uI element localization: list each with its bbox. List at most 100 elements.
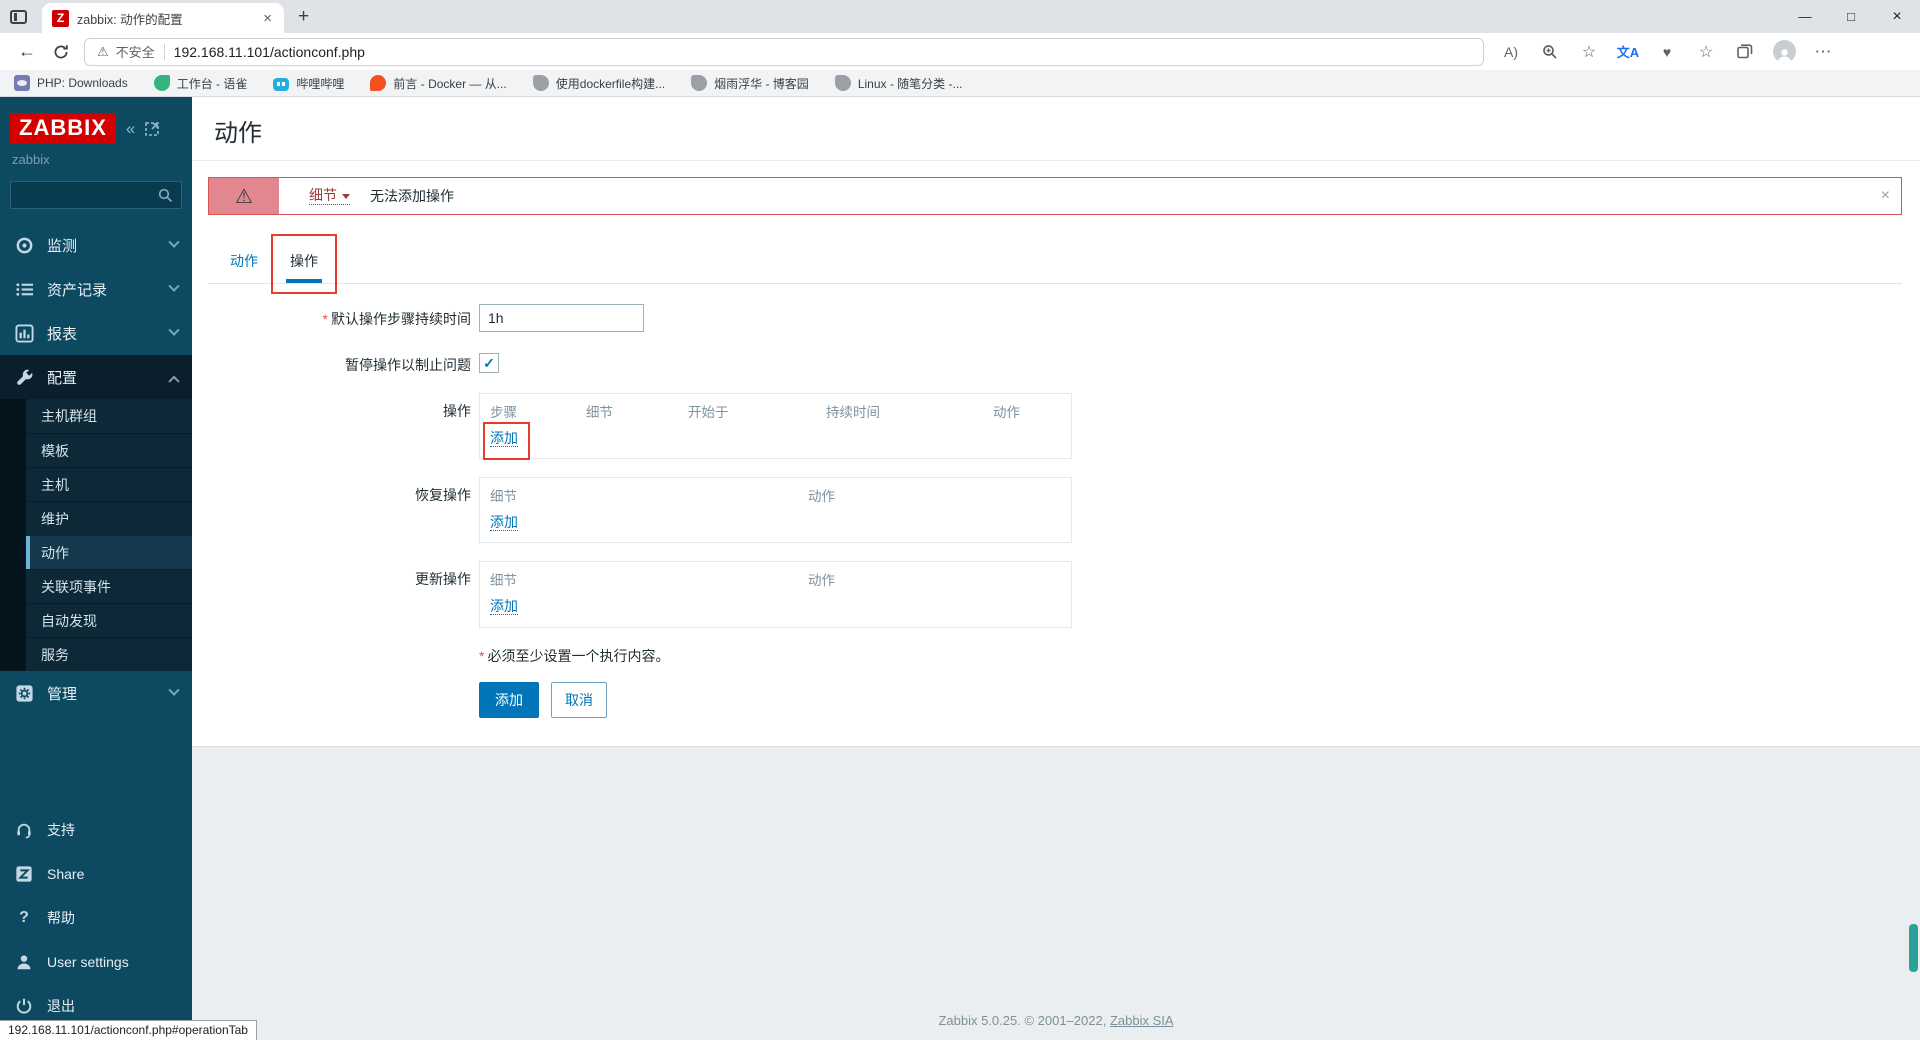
bookmark-item[interactable]: 前言 - Docker — 从... — [370, 75, 507, 92]
operations-table: 步骤 细节 开始于 持续时间 动作 添加 — [479, 393, 1072, 460]
zoom-icon[interactable] — [1533, 37, 1567, 67]
hide-sidebar-icon[interactable] — [145, 121, 160, 136]
zabbix-favicon: Z — [52, 9, 69, 27]
sidebar-item-share[interactable]: Share — [0, 852, 192, 896]
tab-actions-menu-button[interactable] — [0, 0, 36, 33]
field-label: 暂停操作以制止问题 — [345, 357, 471, 373]
sidebar-search-input[interactable] — [10, 181, 182, 209]
profile-avatar[interactable] — [1767, 37, 1801, 67]
tab-close-icon[interactable]: × — [261, 10, 274, 27]
avatar-icon — [1772, 40, 1796, 63]
collapse-sidebar-icon[interactable]: « — [126, 120, 135, 137]
sidebar-item-label: 配置 — [47, 369, 78, 387]
sidebar-item-label: 资产记录 — [47, 281, 108, 299]
browser-tab[interactable]: Z zabbix: 动作的配置 × — [42, 3, 284, 33]
php-icon — [14, 75, 30, 91]
zabbix-sia-link[interactable]: Zabbix SIA — [1110, 1013, 1174, 1028]
sidebar-item-administration[interactable]: 管理 — [0, 671, 192, 715]
sidebar-item-help[interactable]: ? 帮助 — [0, 896, 192, 940]
check-icon: ✓ — [483, 354, 495, 371]
sidebar-item-inventory[interactable]: 资产记录 — [0, 267, 192, 311]
question-icon: ? — [19, 909, 29, 926]
error-close-icon[interactable]: × — [1881, 187, 1890, 205]
close-button[interactable]: × — [1874, 0, 1920, 33]
submenu-label: 模板 — [41, 442, 69, 459]
bookmark-item[interactable]: Linux - 随笔分类 -... — [834, 75, 963, 92]
sidebar-item-host-groups[interactable]: 主机群组 — [26, 399, 192, 433]
duration-input[interactable] — [479, 304, 644, 332]
read-aloud-icon[interactable]: A) — [1494, 37, 1528, 67]
favorites-bar-icon[interactable]: ☆ — [1689, 37, 1723, 67]
new-tab-button[interactable]: + — [298, 6, 309, 28]
sidebar-item-monitoring[interactable]: 监测 — [0, 223, 192, 267]
sidebar-item-support[interactable]: 支持 — [0, 808, 192, 852]
sidebar-item-templates[interactable]: 模板 — [26, 433, 192, 467]
bookmark-label: 哔哩哔哩 — [296, 76, 345, 91]
bilibili-icon — [273, 77, 290, 91]
url-text: 192.168.11.101/actionconf.php — [173, 43, 365, 60]
sidebar-item-event-correlation[interactable]: 关联项事件 — [26, 569, 192, 603]
bookmark-item[interactable]: 工作台 - 语雀 — [153, 75, 247, 92]
sidebar-item-hosts[interactable]: 主机 — [26, 467, 192, 501]
collections-icon[interactable] — [1728, 37, 1762, 67]
sidebar-item-reports[interactable]: 报表 — [0, 311, 192, 355]
sidebar-item-actions[interactable]: 动作 — [26, 535, 192, 569]
sidebar-item-maintenance[interactable]: 维护 — [26, 501, 192, 535]
form-tabs: 动作 操作 — [208, 234, 1902, 294]
add-favorite-icon[interactable]: ☆ — [1572, 37, 1606, 67]
tab-action[interactable]: 动作 — [214, 241, 274, 283]
gear-icon — [14, 683, 34, 703]
chevron-down-icon — [168, 324, 180, 336]
translate-icon[interactable]: 文A — [1611, 37, 1645, 67]
bookmark-item[interactable]: 使用dockerfile构建... — [532, 75, 665, 92]
browser-essentials-icon[interactable]: ♥ — [1650, 37, 1684, 67]
sidebar-item-label: 管理 — [47, 685, 78, 703]
error-details-link[interactable]: 细节 — [309, 187, 350, 206]
minimize-button[interactable]: — — [1782, 0, 1828, 33]
tab-label: 操作 — [290, 253, 318, 269]
refresh-button[interactable] — [44, 36, 78, 68]
column-header: 步骤 — [490, 405, 517, 420]
sidebar-item-label: 帮助 — [47, 910, 75, 926]
error-icon-block: ⚠ — [209, 178, 279, 214]
cancel-button[interactable]: 取消 — [551, 681, 607, 718]
recovery-add-link[interactable]: 添加 — [490, 514, 518, 532]
bookmark-item[interactable]: 烟雨浮华 - 博客园 — [691, 75, 809, 92]
sidebar-item-discovery[interactable]: 自动发现 — [26, 603, 192, 637]
scrollbar-thumb[interactable] — [1909, 924, 1918, 972]
submenu-label: 服务 — [41, 646, 69, 663]
chevron-down-icon — [168, 236, 180, 248]
more-menu-icon[interactable]: ⋯ — [1806, 37, 1840, 67]
update-add-link[interactable]: 添加 — [490, 598, 518, 616]
bookmark-item[interactable]: PHP: Downloads — [14, 75, 128, 91]
back-button[interactable]: ← — [10, 36, 44, 68]
bookmark-item[interactable]: 哔哩哔哩 — [273, 75, 344, 92]
pause-checkbox[interactable]: ✓ — [479, 353, 499, 373]
submenu-label: 主机 — [41, 476, 69, 493]
security-label: 不安全 — [115, 45, 155, 60]
warning-triangle-icon: ⚠ — [235, 185, 253, 208]
tab-operations[interactable]: 操作 — [271, 234, 337, 294]
docker-book-icon — [370, 75, 387, 91]
form-row-buttons: 添加 取消 — [192, 681, 1920, 718]
configuration-group: 配置 主机群组 模板 主机 维护 动作 关联项事件 自动发现 服务 — [0, 355, 192, 671]
column-header: 细节 — [490, 573, 517, 589]
error-message-bar: ⚠ 细节 无法添加操作 × — [208, 177, 1902, 215]
add-button[interactable]: 添加 — [479, 681, 539, 718]
bar-chart-icon — [14, 323, 34, 343]
sidebar-item-user-settings[interactable]: User settings — [0, 940, 192, 984]
bookmarks-bar: PHP: Downloads 工作台 - 语雀 哔哩哔哩 前言 - Docker… — [0, 70, 1920, 97]
site-security[interactable]: ⚠ 不安全 — [97, 42, 155, 61]
form-row-note: * 必须至少设置一个执行内容。 — [192, 646, 1920, 666]
operations-add-link[interactable]: 添加 — [490, 430, 518, 447]
column-header: 细节 — [490, 489, 517, 505]
form-row-duration: * 默认操作步骤持续时间 — [192, 304, 1920, 332]
address-bar[interactable]: ⚠ 不安全 192.168.11.101/actionconf.php — [84, 37, 1484, 66]
update-table: 细节 动作 添加 — [479, 561, 1072, 628]
bookmark-label: Linux - 随笔分类 -... — [857, 76, 963, 91]
maximize-button[interactable]: □ — [1828, 0, 1874, 33]
share-z-icon — [14, 864, 34, 884]
sidebar-item-services[interactable]: 服务 — [26, 637, 192, 671]
column-header: 开始于 — [688, 405, 729, 420]
sidebar-item-configuration[interactable]: 配置 — [0, 355, 192, 399]
